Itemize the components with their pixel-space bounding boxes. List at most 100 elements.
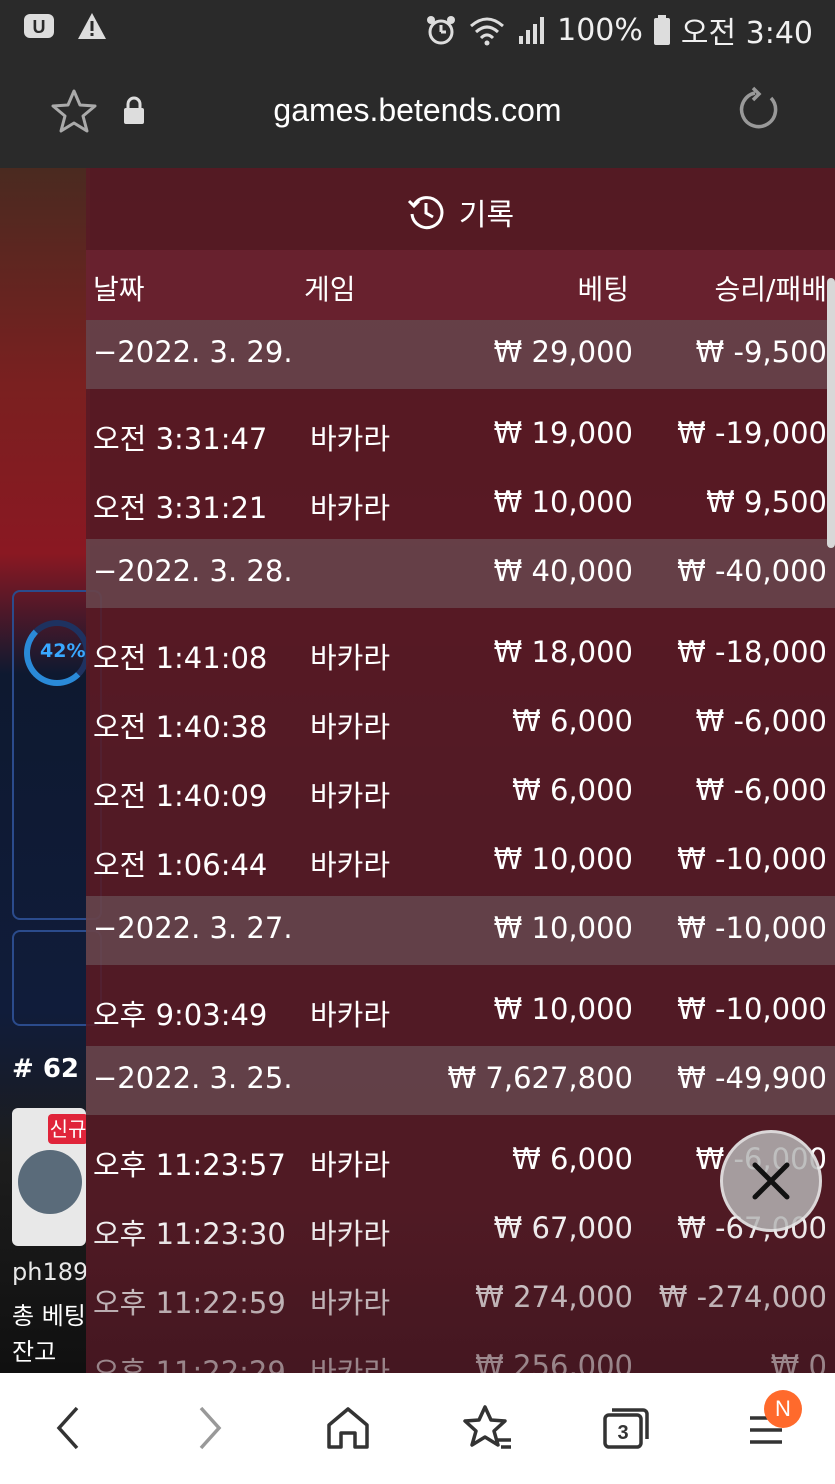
history-clock-icon bbox=[407, 196, 444, 230]
baccarat-table-icon bbox=[18, 1150, 82, 1214]
row-game: 바카라 bbox=[310, 779, 391, 813]
row-win-loss: ₩ -10,000 bbox=[677, 842, 827, 876]
forward-button[interactable] bbox=[180, 1403, 240, 1453]
row-time: 오전 1:41:08 bbox=[93, 641, 268, 675]
url-address[interactable]: games.betends.com bbox=[0, 92, 835, 129]
back-button[interactable] bbox=[38, 1403, 98, 1453]
row-bet: ₩ 256,000 bbox=[475, 1349, 633, 1373]
date-group-row[interactable]: −2022. 3. 25. ₩ 7,627,800 ₩ -49,900 bbox=[86, 1046, 835, 1115]
app-notification-icon: U bbox=[24, 14, 54, 38]
row-bet: ₩ 10,000 bbox=[493, 992, 633, 1026]
row-game: 바카라 bbox=[310, 641, 391, 675]
row-game: 바카라 bbox=[310, 848, 391, 882]
home-icon bbox=[327, 1407, 369, 1449]
history-row[interactable]: 오전 1:40:38 바카라 ₩ 6,000 ₩ -6,000 bbox=[86, 689, 835, 758]
clock: 오전 3:40 bbox=[680, 16, 813, 51]
group-date: −2022. 3. 28. bbox=[93, 554, 293, 588]
tabs-count: 3 bbox=[617, 1422, 628, 1444]
progress-value: 42% bbox=[40, 640, 86, 662]
history-row[interactable]: 오후 11:23:30바카라₩ 67,000₩ -67,000 bbox=[86, 1196, 835, 1265]
history-row[interactable]: 오후 11:22:29 바카라 ₩ 256,000 ₩ 0 bbox=[86, 1334, 835, 1373]
row-bet: ₩ 6,000 bbox=[512, 773, 633, 807]
forward-arrow-icon bbox=[199, 1406, 222, 1450]
row-game: 바카라 bbox=[310, 1217, 391, 1251]
close-icon bbox=[752, 1162, 790, 1200]
row-bet: ₩ 274,000 bbox=[475, 1280, 633, 1314]
group-bet-total: ₩ 40,000 bbox=[493, 554, 633, 588]
group-date: −2022. 3. 27. bbox=[93, 911, 293, 945]
header-bet: 베팅 bbox=[577, 273, 629, 306]
row-game: 바카라 bbox=[310, 1355, 391, 1373]
back-arrow-icon bbox=[56, 1406, 79, 1450]
header-win-loss: 승리/패배 bbox=[714, 273, 827, 306]
bookmarks-star-icon bbox=[463, 1405, 511, 1449]
row-win-loss: ₩ -19,000 bbox=[677, 416, 827, 450]
header-game: 게임 bbox=[304, 273, 356, 306]
alarm-icon bbox=[427, 16, 456, 45]
close-button[interactable] bbox=[720, 1130, 822, 1232]
history-row[interactable]: 오전 3:31:21 바카라 ₩ 10,000 ₩ 9,500 bbox=[86, 470, 835, 539]
history-row[interactable]: 오후 11:22:59 바카라 ₩ 274,000 ₩ -274,000 bbox=[86, 1265, 835, 1334]
warning-icon bbox=[78, 13, 106, 39]
balance-label: 잔고 bbox=[12, 1338, 57, 1366]
row-game: 바카라 bbox=[310, 1148, 391, 1182]
header-date: 날짜 bbox=[93, 273, 145, 306]
row-time: 오후 11:22:29 bbox=[93, 1355, 286, 1373]
history-row[interactable]: 오전 1:40:09 바카라 ₩ 6,000 ₩ -6,000 bbox=[86, 758, 835, 827]
history-title: 기록 bbox=[86, 190, 835, 234]
history-title-text: 기록 bbox=[458, 198, 515, 233]
signal-icon bbox=[519, 17, 545, 44]
date-group-row[interactable]: −2022. 3. 28. ₩ 40,000 ₩ -40,000 bbox=[86, 539, 835, 608]
status-bar: U 100% 오전 3:40 bbox=[0, 0, 835, 56]
row-bet: ₩ 19,000 bbox=[493, 416, 633, 450]
history-row[interactable]: 오전 3:31:47 바카라 ₩ 19,000 ₩ -19,000 bbox=[86, 401, 835, 470]
row-time: 오후 11:23:30 bbox=[93, 1217, 286, 1251]
round-number: # 62 bbox=[12, 1054, 80, 1084]
table-thumbnail[interactable]: 신규 bbox=[12, 1108, 86, 1246]
username: ph189 bbox=[12, 1258, 89, 1286]
row-time: 오전 3:31:47 bbox=[93, 422, 268, 456]
menu-new-badge: N bbox=[764, 1390, 802, 1428]
history-list[interactable]: −2022. 3. 29. ₩ 29,000 ₩ -9,500 오전 3:31:47 바… bbox=[86, 320, 835, 1373]
row-game: 바카라 bbox=[310, 491, 391, 525]
row-game: 바카라 bbox=[310, 710, 391, 744]
reload-icon[interactable] bbox=[735, 86, 783, 134]
new-badge: 신규 bbox=[48, 1114, 86, 1144]
group-date: −2022. 3. 25. bbox=[93, 1061, 293, 1095]
row-game: 바카라 bbox=[310, 998, 391, 1032]
scrollbar[interactable] bbox=[827, 278, 835, 548]
group-win-total: ₩ -10,000 bbox=[677, 911, 827, 945]
group-date: −2022. 3. 29. bbox=[93, 335, 293, 369]
history-row[interactable]: 오후 9:03:49 바카라 ₩ 10,000 ₩ -10,000 bbox=[86, 977, 835, 1046]
battery-icon bbox=[653, 15, 670, 45]
group-win-total: ₩ -49,900 bbox=[677, 1061, 827, 1095]
bookmarks-button[interactable] bbox=[458, 1403, 518, 1453]
group-bet-total: ₩ 10,000 bbox=[493, 911, 633, 945]
row-bet: ₩ 6,000 bbox=[512, 1142, 633, 1176]
home-button[interactable] bbox=[318, 1403, 378, 1453]
row-bet: ₩ 10,000 bbox=[493, 485, 633, 519]
row-time: 오전 1:40:38 bbox=[93, 710, 268, 744]
row-time: 오후 11:23:57 bbox=[93, 1148, 286, 1182]
history-row[interactable]: 오전 1:06:44 바카라 ₩ 10,000 ₩ -10,000 bbox=[86, 827, 835, 896]
wifi-icon bbox=[470, 17, 505, 46]
row-time: 오전 1:06:44 bbox=[93, 848, 268, 882]
row-bet: ₩ 67,000 bbox=[493, 1211, 633, 1245]
url-bar: games.betends.com bbox=[0, 56, 835, 168]
row-win-loss: ₩ -10,000 bbox=[677, 992, 827, 1026]
history-row[interactable]: 오전 1:41:08 바카라 ₩ 18,000 ₩ -18,000 bbox=[86, 620, 835, 689]
row-bet: ₩ 6,000 bbox=[512, 704, 633, 738]
group-bet-total: ₩ 29,000 bbox=[493, 335, 633, 369]
battery-percent: 100% bbox=[557, 12, 643, 48]
date-group-row[interactable]: −2022. 3. 27. ₩ 10,000 ₩ -10,000 bbox=[86, 896, 835, 965]
row-time: 오전 3:31:21 bbox=[93, 491, 268, 525]
bottom-nav: 3 bbox=[0, 1373, 835, 1484]
tabs-icon: 3 bbox=[603, 1408, 649, 1449]
row-time: 오전 1:40:09 bbox=[93, 779, 268, 813]
row-game: 바카라 bbox=[310, 422, 391, 456]
svg-text:U: U bbox=[33, 17, 46, 37]
tabs-button[interactable]: 3 bbox=[596, 1403, 656, 1453]
row-win-loss: ₩ 9,500 bbox=[706, 485, 827, 519]
date-group-row[interactable]: −2022. 3. 29. ₩ 29,000 ₩ -9,500 bbox=[86, 320, 835, 389]
total-bet-label: 총 베팅 bbox=[12, 1302, 86, 1330]
